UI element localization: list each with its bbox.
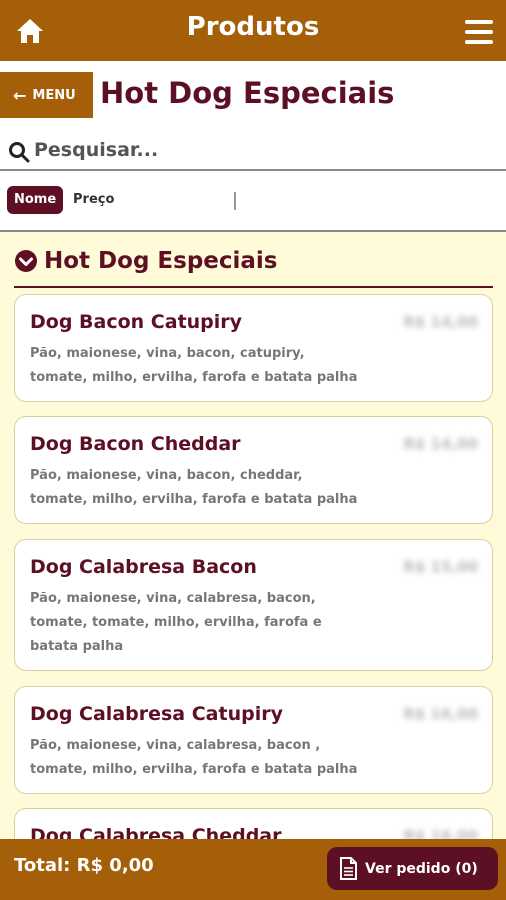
- product-name: Dog Calabresa Catupiry: [30, 703, 283, 725]
- product-name: Dog Bacon Cheddar: [30, 433, 241, 455]
- arrow-left-icon: ←: [13, 85, 27, 105]
- product-card[interactable]: Dog Bacon Catupiry R$ 14,00 Pão, maiones…: [14, 294, 493, 402]
- product-description: Pão, maionese, vina, calabresa, bacon , …: [30, 738, 358, 777]
- product-description: Pão, maionese, vina, bacon, cheddar, tom…: [30, 468, 358, 507]
- product-name: Dog Bacon Catupiry: [30, 311, 243, 333]
- search-bar: [0, 130, 506, 171]
- product-description: Pão, maionese, vina, bacon, catupiry, to…: [30, 346, 358, 385]
- sort-by-name-button[interactable]: Nome: [7, 186, 64, 214]
- sort-bar: Nome Preço: [0, 172, 506, 232]
- product-description: Pão, maionese, vina, calabresa, bacon, t…: [30, 591, 322, 654]
- header-title: Produtos: [186, 12, 320, 42]
- category-header[interactable]: Hot Dog Especiais: [14, 245, 278, 277]
- product-card[interactable]: Dog Calabresa Catupiry R$ 16,00 Pão, mai…: [14, 686, 493, 794]
- page-title: Hot Dog Especiais: [100, 76, 395, 110]
- search-icon: [9, 142, 30, 163]
- product-price: R$ 15,00: [403, 558, 478, 576]
- menu-label: MENU: [32, 87, 76, 103]
- document-icon: [340, 857, 357, 880]
- category-divider: [14, 286, 493, 288]
- search-input[interactable]: [34, 134, 494, 166]
- sort-by-price-button[interactable]: Preço: [73, 192, 114, 207]
- product-price: R$ 14,00: [403, 313, 478, 331]
- top-bar: Produtos: [0, 0, 506, 61]
- product-card[interactable]: Dog Bacon Cheddar R$ 14,00 Pão, maionese…: [14, 416, 493, 524]
- product-name: Dog Calabresa Bacon: [30, 556, 257, 578]
- menu-back-button[interactable]: ← MENU: [0, 72, 93, 118]
- order-total: Total: R$ 0,00: [14, 855, 154, 876]
- chevron-down-circle-icon: [15, 250, 37, 272]
- hamburger-menu-icon[interactable]: [465, 20, 493, 44]
- view-order-label: Ver pedido (0): [365, 860, 478, 877]
- product-card[interactable]: Dog Calabresa Bacon R$ 15,00 Pão, maione…: [14, 539, 493, 671]
- view-order-button[interactable]: Ver pedido (0): [327, 847, 498, 890]
- product-price: R$ 14,00: [403, 435, 478, 453]
- product-price: R$ 16,00: [403, 705, 478, 723]
- bottom-bar: Total: R$ 0,00 Ver pedido (0): [0, 839, 506, 900]
- sort-divider: [234, 192, 236, 210]
- category-label: Hot Dog Especiais: [44, 248, 278, 274]
